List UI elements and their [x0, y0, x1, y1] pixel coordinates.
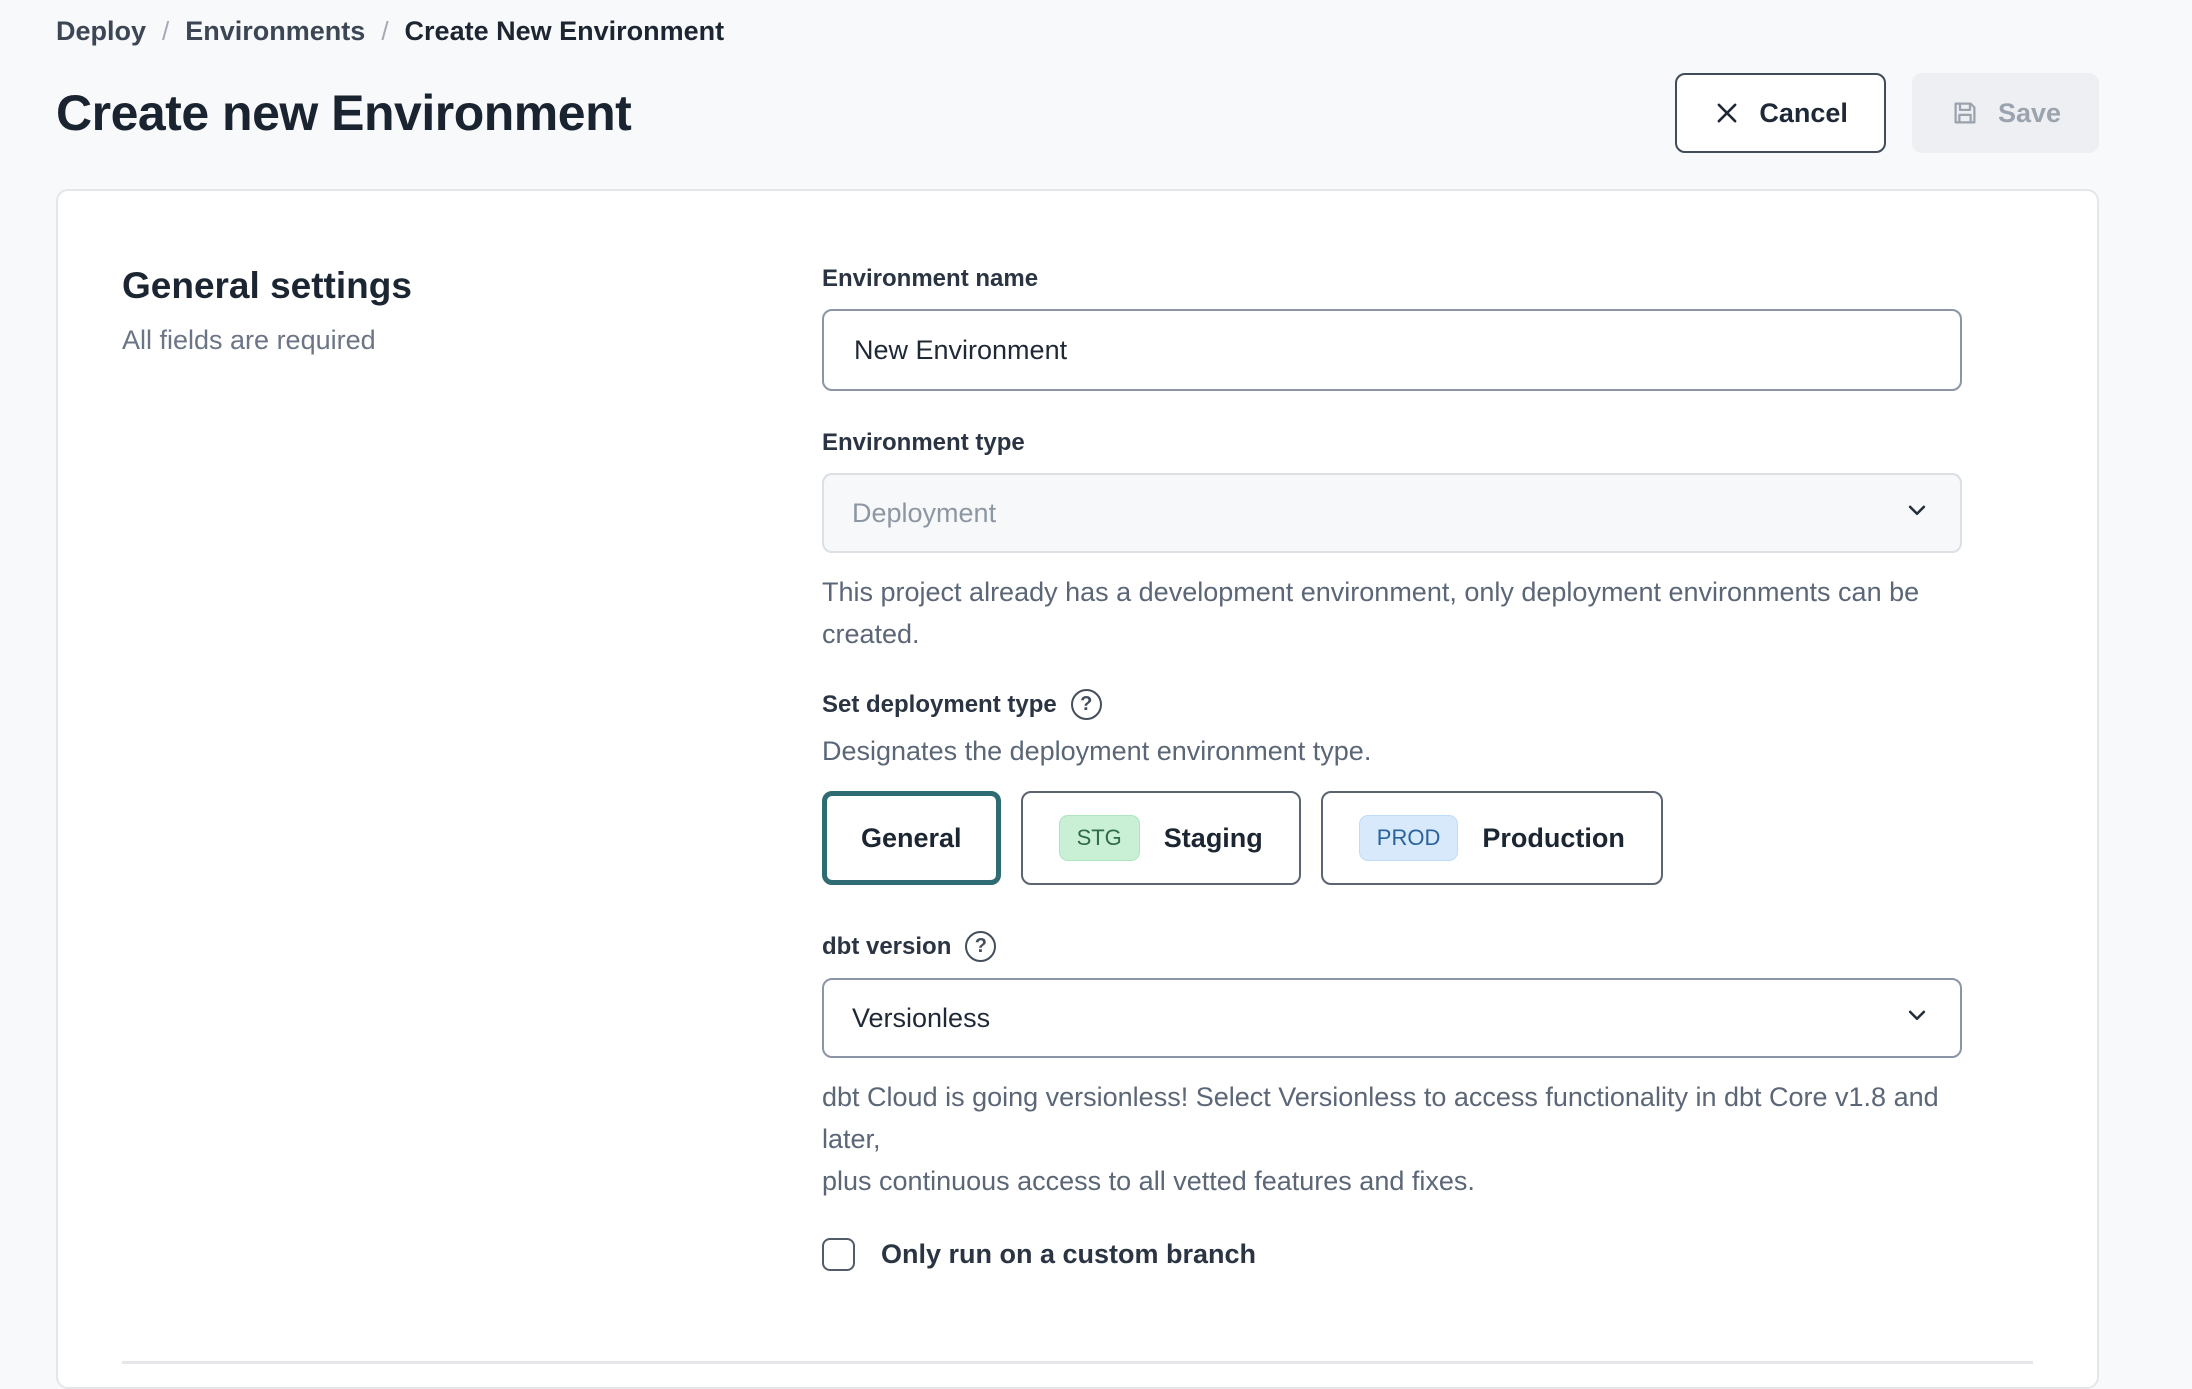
breadcrumb-current: Create New Environment [405, 16, 725, 47]
staging-option-label: Staging [1164, 823, 1263, 854]
deployment-type-options: General STG Staging PROD Production [822, 791, 1962, 885]
dbt-version-label: dbt version [822, 933, 951, 961]
environment-name-label: Environment name [822, 265, 1962, 293]
help-icon[interactable]: ? [965, 931, 996, 962]
cancel-button[interactable]: Cancel [1675, 73, 1886, 153]
custom-branch-checkbox[interactable] [822, 1238, 855, 1271]
dbt-version-value: Versionless [852, 1003, 990, 1034]
deployment-type-staging-button[interactable]: STG Staging [1021, 791, 1301, 885]
save-button[interactable]: Save [1912, 73, 2099, 153]
page-title: Create new Environment [56, 84, 631, 142]
custom-branch-row: Only run on a custom branch [822, 1238, 1962, 1271]
production-badge: PROD [1359, 815, 1459, 861]
page-header: Create new Environment Cancel [56, 73, 2099, 153]
dbt-version-select[interactable]: Versionless [822, 978, 1962, 1058]
header-actions: Cancel Save [1675, 73, 2099, 153]
staging-badge: STG [1059, 815, 1140, 861]
breadcrumb-separator: / [381, 16, 388, 47]
chevron-down-icon [1902, 1000, 1932, 1037]
general-settings-card: General settings All fields are required… [56, 189, 2099, 1389]
close-icon [1713, 99, 1741, 127]
breadcrumb: Deploy / Environments / Create New Envir… [56, 16, 2099, 47]
save-button-label: Save [1998, 98, 2061, 129]
section-subtitle: All fields are required [122, 325, 822, 356]
section-intro: General settings All fields are required [122, 265, 822, 1271]
environment-type-label: Environment type [822, 429, 1962, 457]
section-title: General settings [122, 265, 822, 307]
field-dbt-version: dbt version ? Versionless dbt Cloud is g… [822, 931, 1962, 1202]
save-disk-icon [1950, 98, 1980, 128]
field-environment-name: Environment name [822, 265, 1962, 391]
general-option-label: General [861, 823, 962, 854]
production-option-label: Production [1482, 823, 1625, 854]
breadcrumb-separator: / [162, 16, 169, 47]
deployment-type-label: Set deployment type [822, 691, 1057, 719]
create-environment-page: Deploy / Environments / Create New Envir… [0, 0, 2192, 1389]
environment-type-helper: This project already has a development e… [822, 571, 1962, 655]
help-icon[interactable]: ? [1071, 689, 1102, 720]
custom-branch-label: Only run on a custom branch [881, 1239, 1256, 1270]
environment-type-select[interactable]: Deployment [822, 473, 1962, 553]
field-deployment-type: Set deployment type ? Designates the dep… [822, 689, 1962, 885]
deployment-type-production-button[interactable]: PROD Production [1321, 791, 1663, 885]
dbt-version-helper: dbt Cloud is going versionless! Select V… [822, 1076, 1962, 1202]
breadcrumb-environments[interactable]: Environments [185, 16, 365, 47]
chevron-down-icon [1902, 495, 1932, 532]
field-environment-type: Environment type Deployment This project… [822, 429, 1962, 655]
section-divider [122, 1361, 2033, 1364]
cancel-button-label: Cancel [1759, 98, 1848, 129]
environment-form: Environment name Environment type Deploy… [822, 265, 1962, 1271]
breadcrumb-deploy[interactable]: Deploy [56, 16, 146, 47]
deployment-type-description: Designates the deployment environment ty… [822, 736, 1962, 767]
deployment-type-general-button[interactable]: General [822, 791, 1001, 885]
environment-type-value: Deployment [852, 498, 996, 529]
environment-name-input[interactable] [822, 309, 1962, 391]
